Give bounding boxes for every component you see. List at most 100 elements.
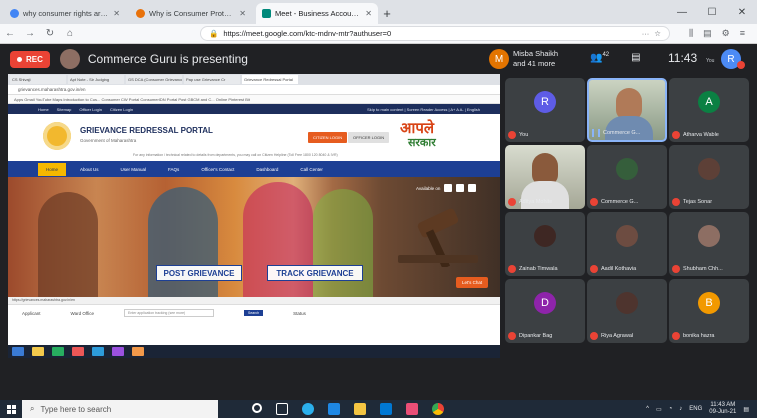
shared-tab: GS DCA (Consumer Grievance) [126, 75, 182, 84]
participant-tile[interactable]: Aditya Mohite [505, 145, 585, 209]
notifications-icon[interactable]: ▤ [743, 406, 749, 413]
address-bar[interactable]: 🔒 https://meet.google.com/ktc-mdnv-mtr?a… [200, 26, 670, 41]
menu-home: Home [38, 162, 67, 176]
edge-icon[interactable] [302, 403, 314, 415]
participant-tile-presenter[interactable]: Commerce G... [587, 78, 667, 142]
participant-caption: Dipankar Bag [508, 332, 552, 340]
menu-officers: Officer's Contact [201, 166, 235, 172]
minimize-icon[interactable]: — [667, 0, 697, 24]
library-icon[interactable]: ⫼ [689, 28, 693, 39]
browser-tab-0[interactable]: why consumer rights are imp ✕ [4, 3, 126, 24]
participant-tile[interactable]: A Atharva Wable [669, 78, 749, 142]
participant-tile[interactable]: Aadil Kothavia [587, 212, 667, 276]
wifi-icon[interactable]: ◔ [669, 406, 673, 412]
shared-taskbar-app [32, 347, 44, 356]
app-availability: Available on [416, 184, 477, 192]
shared-filter-bar: Applicant Ward Office Enter application … [8, 304, 500, 321]
participant-tile[interactable]: B bonika hazra [669, 279, 749, 343]
participant-caption: Commerce G... [590, 198, 638, 206]
close-tab-icon[interactable]: ✕ [365, 9, 372, 18]
people-button[interactable]: 👥42 [590, 52, 609, 63]
browser-tab-strip: why consumer rights are imp ✕ Why is Con… [0, 0, 757, 24]
participant-tile[interactable]: Tejas Sonar [669, 145, 749, 209]
taskbar-search[interactable]: ⌕ Type here to search [22, 400, 218, 418]
taskbar-clock[interactable]: 11:43 AM 09-Jun-21 [709, 402, 736, 416]
shared-search-field: Enter application tracking (see more) [124, 309, 215, 317]
participant-name: Aditya Mohite [519, 199, 553, 205]
close-tab-icon[interactable]: ✕ [239, 9, 246, 18]
shared-bookmarks-bar: Apps Gmail YouTube Maps Introduction to … [8, 95, 500, 104]
participant-caption: Tejas Sonar [672, 198, 712, 206]
mic-off-icon [508, 131, 516, 139]
participant-photo [534, 225, 556, 247]
page-actions-icon[interactable]: ··· [642, 29, 650, 38]
participant-tile[interactable]: D Dipankar Bag [505, 279, 585, 343]
host-name: Misba Shaikh [513, 49, 559, 58]
participant-tile[interactable]: Commerce G... [587, 145, 667, 209]
new-tab-button[interactable]: + [378, 3, 396, 24]
back-icon[interactable]: ← [0, 28, 20, 39]
language-indicator[interactable]: ENG [689, 406, 702, 412]
app-icon[interactable] [406, 403, 418, 415]
maximize-icon[interactable]: ☐ [697, 0, 727, 24]
file-explorer-icon[interactable] [354, 403, 366, 415]
tray-arrow-icon[interactable]: ^ [646, 406, 649, 412]
reader-icon[interactable]: ▤ [703, 28, 712, 39]
participant-name: Atharva Wable [683, 132, 719, 138]
record-dot-icon [17, 56, 22, 62]
portal-subtitle: Government of Maharashtra [80, 138, 137, 143]
tab-title: Meet - Business Accounting [275, 9, 362, 18]
meet-controls: 👥42 ▤ [590, 52, 641, 63]
shared-taskbar-app [112, 347, 124, 356]
bookmark-star-icon[interactable]: ☆ [654, 29, 661, 38]
topnav-officer-login: Officer Login [79, 106, 102, 112]
more-count: and 41 more [513, 59, 556, 68]
tab-title: Why is Consumer Protection [149, 9, 236, 18]
browser-tab-1[interactable]: Why is Consumer Protection ✕ [130, 3, 252, 24]
mic-off-icon [508, 198, 516, 206]
tab-title: why consumer rights are imp [23, 9, 110, 18]
lock-icon: 🔒 [209, 29, 219, 38]
topnav-sitemap: Sitemap [56, 106, 72, 112]
forward-icon[interactable]: → [20, 28, 40, 39]
start-button[interactable] [0, 400, 22, 418]
chrome-icon[interactable] [432, 403, 444, 415]
participant-tile[interactable]: Shubham Chh... [669, 212, 749, 276]
presenting-icon [592, 129, 600, 137]
shared-tab-active: Grievance Redressal Portal [242, 75, 298, 84]
store-icon[interactable] [328, 403, 340, 415]
participants-summary[interactable]: Misba Shaikh and 41 more [513, 49, 558, 69]
task-view-icon[interactable] [276, 403, 288, 415]
close-tab-icon[interactable]: ✕ [113, 9, 120, 18]
chat-icon[interactable]: ▤ [631, 52, 640, 63]
menu-dashboard: Dashboard [256, 166, 279, 172]
topnav-home: Home [38, 106, 49, 112]
reload-icon[interactable]: ↻ [40, 28, 60, 39]
participant-name: Dipankar Bag [519, 333, 553, 339]
mail-icon[interactable] [380, 403, 392, 415]
participant-photo [616, 158, 638, 180]
shared-taskbar-app [72, 347, 84, 356]
participant-tile[interactable]: Zainab Timwala [505, 212, 585, 276]
site-favicon-icon [136, 9, 145, 18]
close-window-icon[interactable]: ✕ [727, 0, 757, 24]
menu-icon[interactable]: ≡ [740, 28, 745, 39]
participant-caption: bonika hazra [672, 332, 715, 340]
notification-badge [737, 61, 745, 69]
participant-tile-you[interactable]: R You [505, 78, 585, 142]
home-icon[interactable]: ⌂ [60, 28, 80, 39]
extensions-icon[interactable]: ⚙ [722, 28, 730, 39]
cortana-icon[interactable] [252, 403, 262, 413]
shared-search-button: Search [244, 310, 264, 316]
battery-icon[interactable]: ▭ [656, 406, 662, 413]
mic-off-icon [508, 332, 516, 340]
taskbar-apps [252, 403, 444, 415]
browser-tab-2[interactable]: Meet - Business Accounting ✕ [256, 3, 378, 24]
participant-tile[interactable]: Riya Agrawal [587, 279, 667, 343]
volume-icon[interactable]: ♪ [679, 406, 682, 412]
participant-name: Zainab Timwala [519, 266, 558, 272]
app-store-icon [468, 184, 477, 192]
mic-off-icon [590, 265, 598, 273]
portal-top-nav: Home Sitemap Officer Login Citizen Login… [8, 104, 500, 114]
shared-taskbar-app [52, 347, 64, 356]
